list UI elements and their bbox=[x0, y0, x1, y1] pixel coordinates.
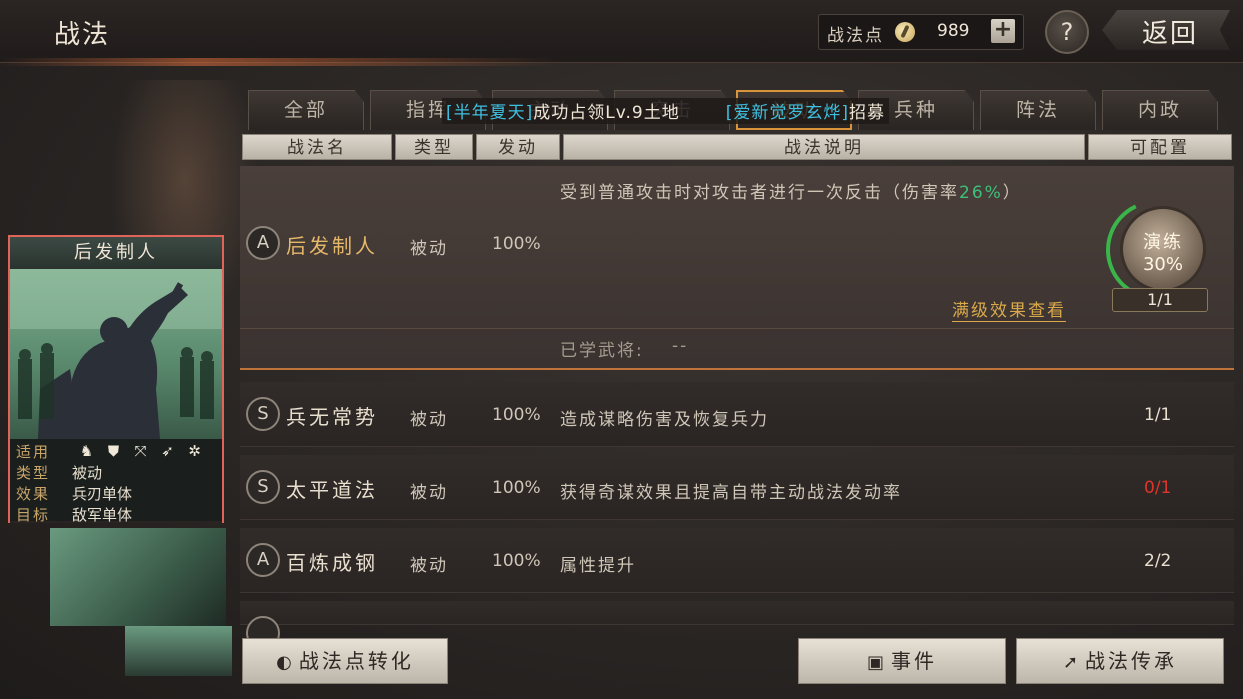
tactic-points-panel: 战法点 989 + bbox=[818, 14, 1024, 50]
grade-badge: S bbox=[246, 397, 280, 431]
card-title: 后发制人 bbox=[10, 237, 222, 269]
target-label: 目标 bbox=[16, 506, 51, 524]
tactic-row[interactable]: S 太平道法 被动 100% 获得奇谋效果且提高自带主动战法发动率 0/1 bbox=[240, 455, 1234, 520]
effect-label: 效果 bbox=[16, 485, 51, 503]
skill-name: 后发制人 bbox=[286, 234, 378, 258]
inherit-button[interactable]: ➚ 战法传承 bbox=[1016, 638, 1224, 684]
event-icon: ▣ bbox=[866, 652, 887, 673]
crossbow-icon: ⤧ bbox=[134, 442, 147, 460]
learned-generals-value: -- bbox=[672, 336, 689, 356]
card-applies-row: 适用 ♞ ⛊ ⤧ ➶ ✲ bbox=[16, 441, 216, 462]
skill-rate: 100% bbox=[492, 234, 541, 254]
skill-description: 造成谋略伤害及恢复兵力 bbox=[560, 410, 769, 430]
marquee-player-tag: [半年夏天] bbox=[446, 103, 534, 123]
tab-all[interactable]: 全部 bbox=[248, 90, 364, 130]
effect-value: 兵刃单体 bbox=[72, 485, 133, 503]
applies-label: 适用 bbox=[16, 443, 51, 461]
tactic-row[interactable]: S 兵无常势 被动 100% 造成谋略伤害及恢复兵力 1/1 bbox=[240, 382, 1234, 447]
card-target-row: 目标 敌军单体 bbox=[16, 504, 216, 525]
type-label: 类型 bbox=[16, 464, 51, 482]
skill-description: 获得奇谋效果且提高自带主动战法发动率 bbox=[560, 483, 902, 503]
grade-badge: S bbox=[246, 470, 280, 504]
skill-name: 太平道法 bbox=[286, 478, 378, 502]
skill-type: 被动 bbox=[410, 239, 448, 259]
cavalry-icon: ♞ bbox=[79, 442, 94, 460]
header-trigger: 发动 bbox=[476, 134, 560, 160]
tactic-list[interactable]: 受到普通攻击时对攻击者进行一次反击（伤害率26%） A 后发制人 被动 100%… bbox=[240, 162, 1234, 650]
target-value: 敌军单体 bbox=[72, 506, 133, 524]
spear-icon: ➶ bbox=[161, 442, 174, 460]
tactic-card-thumbnail[interactable] bbox=[125, 626, 232, 676]
training-count: 1/1 bbox=[1112, 288, 1208, 312]
expanded-description: 受到普通攻击时对攻击者进行一次反击（伤害率26%） bbox=[560, 183, 1022, 203]
header-skill-name: 战法名 bbox=[242, 134, 392, 160]
tactic-card-thumbnail[interactable] bbox=[50, 528, 226, 626]
skill-type: 被动 bbox=[410, 410, 448, 430]
skill-name: 百炼成钢 bbox=[286, 551, 378, 575]
skill-rate: 100% bbox=[492, 551, 541, 571]
header-type: 类型 bbox=[395, 134, 473, 160]
convert-points-button[interactable]: ◐ 战法点转化 bbox=[242, 638, 448, 684]
tactic-row[interactable]: A 百炼成钢 被动 100% 属性提升 2/2 bbox=[240, 528, 1234, 593]
card-type-row: 类型 被动 bbox=[16, 462, 216, 483]
siege-icon: ✲ bbox=[188, 442, 201, 460]
divider bbox=[240, 328, 1234, 329]
tab-domestic[interactable]: 内政 bbox=[1102, 90, 1218, 130]
tab-formation[interactable]: 阵法 bbox=[980, 90, 1096, 130]
page-title: 战法 bbox=[54, 20, 111, 50]
tactic-point-icon bbox=[895, 22, 915, 42]
card-info-panel: 适用 ♞ ⛊ ⤧ ➶ ✲ 类型 被动 效果 兵刃单体 目标 敌军单体 bbox=[10, 439, 222, 525]
card-artwork bbox=[10, 269, 222, 439]
skill-name: 兵无常势 bbox=[286, 405, 378, 429]
tactic-row-expanded[interactable]: 受到普通攻击时对攻击者进行一次反击（伤害率26%） A 后发制人 被动 100%… bbox=[240, 166, 1234, 370]
configurable-count: 2/2 bbox=[1144, 551, 1172, 571]
marquee-text: 招募 bbox=[848, 103, 885, 123]
hammer-icon: ➚ bbox=[1062, 652, 1082, 673]
skill-rate: 100% bbox=[492, 405, 541, 425]
tactic-points-label: 战法点 bbox=[827, 26, 884, 46]
shield-icon: ⛊ bbox=[107, 442, 120, 460]
header-description: 战法说明 bbox=[563, 134, 1085, 160]
grade-badge: A bbox=[246, 543, 280, 577]
skill-description: 属性提升 bbox=[560, 556, 636, 576]
selected-tactic-card[interactable]: 后发制人 适用 ♞ ⛊ ⤧ ➶ ✲ 类型 被动 效果 兵刃单体 目标 敌军单体 bbox=[8, 235, 224, 525]
help-button[interactable]: ? bbox=[1045, 10, 1089, 54]
card-effect-row: 效果 兵刃单体 bbox=[16, 483, 216, 504]
training-label: 演练 bbox=[1143, 232, 1183, 253]
top-bar-glow bbox=[0, 58, 560, 66]
grade-badge: A bbox=[246, 226, 280, 260]
applies-icons: ♞ ⛊ ⤧ ➶ ✲ bbox=[78, 443, 203, 460]
marquee-text: 成功占领Lv.9土地 bbox=[533, 103, 680, 123]
tactic-row-partial[interactable] bbox=[240, 601, 1234, 650]
learned-generals-label: 已学武将: bbox=[560, 341, 644, 361]
tactic-points-value: 989 bbox=[937, 21, 970, 41]
marquee-player-tag: [爱新觉罗玄烨] bbox=[725, 103, 849, 123]
broadcast-marquee: [半年夏天]成功占领Lv.9土地 [爱新觉罗玄烨]招募 bbox=[442, 98, 889, 124]
warrior-silhouette-image bbox=[10, 269, 222, 439]
tactic-point-icon: ◐ bbox=[276, 652, 295, 673]
skill-rate: 100% bbox=[492, 478, 541, 498]
add-points-button[interactable]: + bbox=[991, 19, 1015, 43]
full-effect-link[interactable]: 满级效果查看 bbox=[952, 296, 1066, 322]
back-button-label[interactable]: 返回 bbox=[1142, 13, 1198, 50]
configurable-count: 0/1 bbox=[1144, 478, 1172, 498]
skill-type: 被动 bbox=[410, 483, 448, 503]
configurable-count: 1/1 bbox=[1144, 405, 1172, 425]
skill-type: 被动 bbox=[410, 556, 448, 576]
header-configurable: 可配置 bbox=[1088, 134, 1232, 160]
training-percent: 30% bbox=[1142, 254, 1183, 275]
type-value: 被动 bbox=[72, 464, 103, 482]
event-button[interactable]: ▣ 事件 bbox=[798, 638, 1006, 684]
